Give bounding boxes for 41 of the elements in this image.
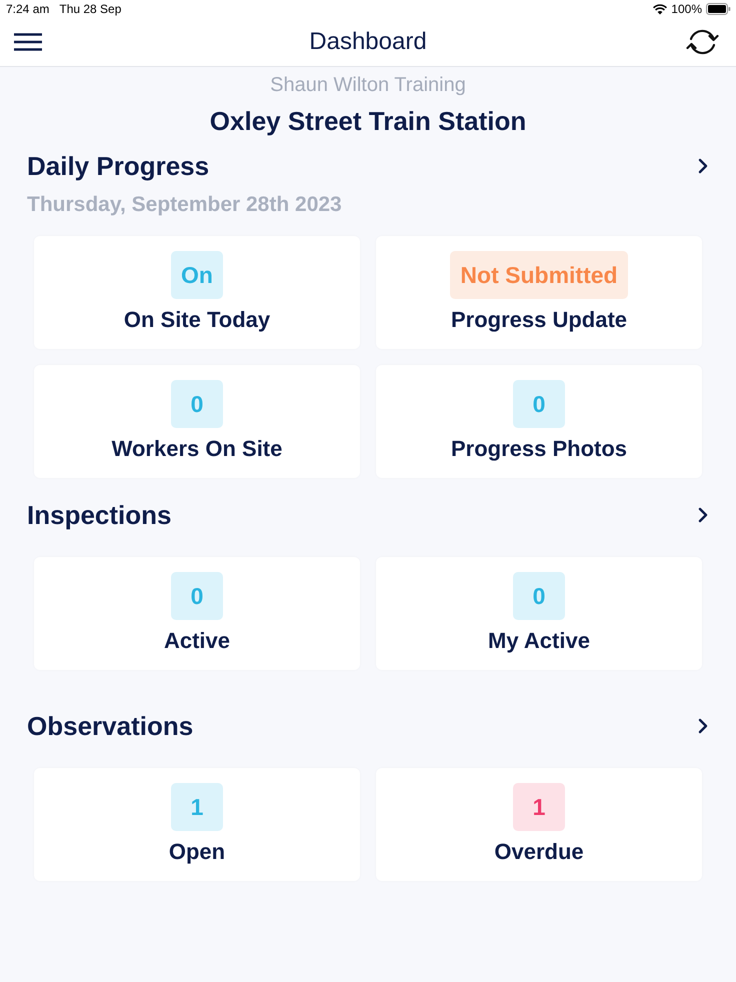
refresh-icon[interactable] (686, 27, 719, 57)
value-badge: 1 (171, 783, 223, 831)
battery-icon (706, 3, 731, 15)
value-badge: 1 (513, 783, 565, 831)
organization-name: Shaun Wilton Training (269, 73, 467, 97)
stat-card[interactable]: Not Submitted Progress Update (376, 236, 702, 349)
menu-icon[interactable] (14, 33, 42, 51)
chevron-right-icon[interactable] (698, 507, 708, 523)
chevron-right-icon[interactable] (698, 718, 708, 734)
card-label: My Active (488, 627, 590, 655)
section-date: Thursday, September 28th 2023 (26, 192, 343, 218)
section-title: Daily Progress (27, 150, 210, 182)
card-label: Overdue (494, 838, 584, 866)
chevron-right-icon[interactable] (698, 158, 708, 174)
project-name: Oxley Street Train Station (208, 105, 528, 137)
card-label: Active (164, 627, 230, 655)
section-title: Inspections (27, 499, 172, 531)
status-time: 7:24 am (6, 1, 50, 18)
status-date: Thu 28 Sep (59, 1, 122, 18)
value-badge: On (171, 251, 223, 299)
value-badge: 0 (171, 572, 223, 620)
stat-card[interactable]: 0 Progress Photos (376, 365, 702, 478)
card-label: Workers On Site (112, 435, 282, 463)
value-badge: 0 (171, 380, 223, 428)
stat-card[interactable]: On On Site Today (34, 236, 360, 349)
stat-card[interactable]: 1 Open (34, 768, 360, 881)
stat-card[interactable]: 1 Overdue (376, 768, 702, 881)
card-label: Open (168, 838, 226, 866)
card-label: On Site Today (124, 306, 270, 334)
value-badge: 0 (513, 380, 565, 428)
stat-card[interactable]: 0 Active (34, 557, 360, 670)
stat-card[interactable]: 0 Workers On Site (34, 365, 360, 478)
wifi-icon (653, 4, 668, 14)
screen-title: Dashboard (309, 27, 427, 57)
battery-percentage: 100% (671, 1, 702, 18)
stat-card[interactable]: 0 My Active (376, 557, 702, 670)
value-badge: Not Submitted (450, 251, 628, 299)
value-badge: 0 (513, 572, 565, 620)
card-label: Progress Photos (450, 435, 628, 463)
section-title: Observations (27, 710, 194, 742)
card-label: Progress Update (450, 306, 628, 334)
